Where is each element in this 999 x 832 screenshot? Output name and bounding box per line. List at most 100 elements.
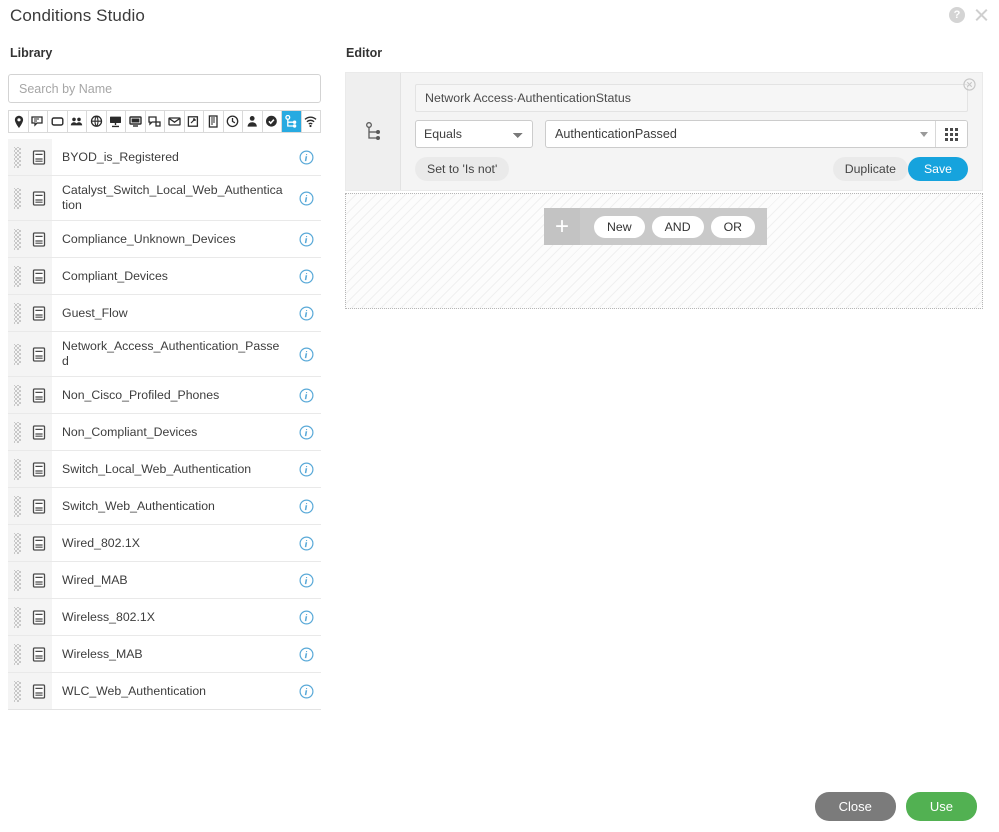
remove-circle-icon[interactable]: [963, 78, 976, 91]
filter-identity-group-icon[interactable]: [67, 111, 87, 132]
info-icon[interactable]: [291, 646, 321, 662]
list-item[interactable]: Network_Access_Authentication_Passed: [8, 332, 321, 377]
list-item[interactable]: Wireless_802.1X: [8, 599, 321, 636]
list-item[interactable]: Compliant_Devices: [8, 258, 321, 295]
list-item[interactable]: Non_Compliant_Devices: [8, 414, 321, 451]
condition-body: EqualsNot EqualsContainsNot ContainsStar…: [401, 73, 982, 190]
drag-handle-icon[interactable]: [8, 562, 26, 598]
filter-certificate-icon[interactable]: [184, 111, 204, 132]
list-item[interactable]: WLC_Web_Authentication: [8, 673, 321, 710]
list-item-label: Switch_Local_Web_Authentication: [62, 461, 252, 476]
list-item-label: Non_Compliant_Devices: [62, 424, 198, 439]
filter-user-icon[interactable]: [243, 111, 263, 132]
drag-handle-icon[interactable]: [8, 258, 26, 294]
conditions-studio-dialog: Conditions Studio ? Library Editor BYOD_…: [0, 0, 999, 832]
list-item-label: Compliant_Devices: [62, 268, 168, 283]
list-item[interactable]: Guest_Flow: [8, 295, 321, 332]
info-icon[interactable]: [291, 535, 321, 551]
drag-handle-icon[interactable]: [8, 332, 26, 376]
filter-monitor-icon[interactable]: [126, 111, 146, 132]
filter-network-device-icon[interactable]: [28, 111, 48, 132]
use-button[interactable]: Use: [905, 792, 977, 821]
library-condition-icon: [26, 488, 52, 524]
filter-posture-check-icon[interactable]: [262, 111, 282, 132]
list-item[interactable]: Compliance_Unknown_Devices: [8, 221, 321, 258]
close-button[interactable]: Close: [814, 792, 896, 821]
close-icon[interactable]: [973, 7, 989, 23]
plus-icon[interactable]: +: [544, 208, 580, 245]
drag-handle-icon[interactable]: [8, 139, 26, 175]
info-icon[interactable]: [291, 498, 321, 514]
library-condition-icon: [26, 295, 52, 331]
condition-dropzone[interactable]: + New AND OR: [345, 193, 983, 309]
info-icon[interactable]: [291, 609, 321, 625]
info-icon[interactable]: [291, 305, 321, 321]
info-icon[interactable]: [291, 346, 321, 362]
drag-handle-icon[interactable]: [8, 221, 26, 257]
clock-icon: [226, 115, 239, 128]
list-item-label: Wireless_MAB: [62, 646, 143, 661]
logic-button-or[interactable]: OR: [710, 215, 756, 238]
filter-server-icon[interactable]: [204, 111, 224, 132]
info-icon[interactable]: [291, 190, 321, 206]
list-item[interactable]: Switch_Local_Web_Authentication: [8, 451, 321, 488]
list-item[interactable]: Wired_802.1X: [8, 525, 321, 562]
info-icon[interactable]: [291, 683, 321, 699]
info-icon[interactable]: [291, 387, 321, 403]
operator-select[interactable]: EqualsNot EqualsContainsNot ContainsStar…: [415, 120, 533, 148]
filter-desktop-icon[interactable]: [106, 111, 126, 132]
value-input[interactable]: [546, 121, 913, 147]
drag-handle-icon[interactable]: [8, 488, 26, 524]
save-button[interactable]: Save: [907, 157, 968, 181]
window-controls: ?: [949, 7, 989, 23]
mail-icon: [168, 117, 181, 126]
info-icon[interactable]: [291, 231, 321, 247]
logic-button-new[interactable]: New: [594, 215, 645, 238]
filter-wifi-icon[interactable]: [301, 111, 321, 132]
filter-clock-icon[interactable]: [223, 111, 243, 132]
drag-handle-icon[interactable]: [8, 414, 26, 450]
library-condition-icon: [26, 377, 52, 413]
list-item[interactable]: BYOD_is_Registered: [8, 139, 321, 176]
endpoint-icon: [51, 117, 64, 126]
filter-network-access-tree-icon[interactable]: [282, 111, 302, 132]
info-icon[interactable]: [291, 268, 321, 284]
info-icon[interactable]: [291, 461, 321, 477]
search-input[interactable]: [8, 74, 321, 103]
filter-endpoint-icon[interactable]: [48, 111, 68, 132]
list-item[interactable]: Non_Cisco_Profiled_Phones: [8, 377, 321, 414]
filter-globe-icon[interactable]: [87, 111, 107, 132]
page-title: Conditions Studio: [10, 6, 145, 25]
filter-location-pin-icon[interactable]: [9, 111, 29, 132]
condition-drag-area[interactable]: [346, 73, 401, 190]
dropzone-controls: + New AND OR: [544, 208, 768, 245]
filter-port-icon[interactable]: [145, 111, 165, 132]
help-circle-icon[interactable]: ?: [949, 7, 965, 23]
filter-mail-icon[interactable]: [165, 111, 185, 132]
duplicate-button[interactable]: Duplicate: [832, 157, 908, 181]
info-icon[interactable]: [291, 149, 321, 165]
set-is-not-button[interactable]: Set to 'Is not': [415, 157, 510, 181]
attribute-field[interactable]: [415, 84, 968, 112]
info-icon[interactable]: [291, 572, 321, 588]
value-field-wrapper: [545, 120, 968, 148]
drag-handle-icon[interactable]: [8, 176, 26, 220]
logic-button-and[interactable]: AND: [651, 215, 704, 238]
list-item[interactable]: Switch_Web_Authentication: [8, 488, 321, 525]
drag-handle-icon[interactable]: [8, 451, 26, 487]
info-icon[interactable]: [291, 424, 321, 440]
chevron-down-icon[interactable]: [913, 121, 935, 147]
drag-handle-icon[interactable]: [8, 525, 26, 561]
drag-handle-icon[interactable]: [8, 295, 26, 331]
drag-handle-icon[interactable]: [8, 636, 26, 672]
value-picker-grid-icon[interactable]: [935, 121, 967, 147]
drag-handle-icon[interactable]: [8, 599, 26, 635]
list-item[interactable]: Catalyst_Switch_Local_Web_Authentication: [8, 176, 321, 221]
editor-section-label: Editor: [346, 46, 383, 60]
monitor-icon: [129, 116, 142, 127]
drag-handle-icon[interactable]: [8, 673, 26, 709]
drag-handle-icon[interactable]: [8, 377, 26, 413]
list-item[interactable]: Wired_MAB: [8, 562, 321, 599]
condition-tree-icon: [365, 122, 380, 140]
list-item[interactable]: Wireless_MAB: [8, 636, 321, 673]
